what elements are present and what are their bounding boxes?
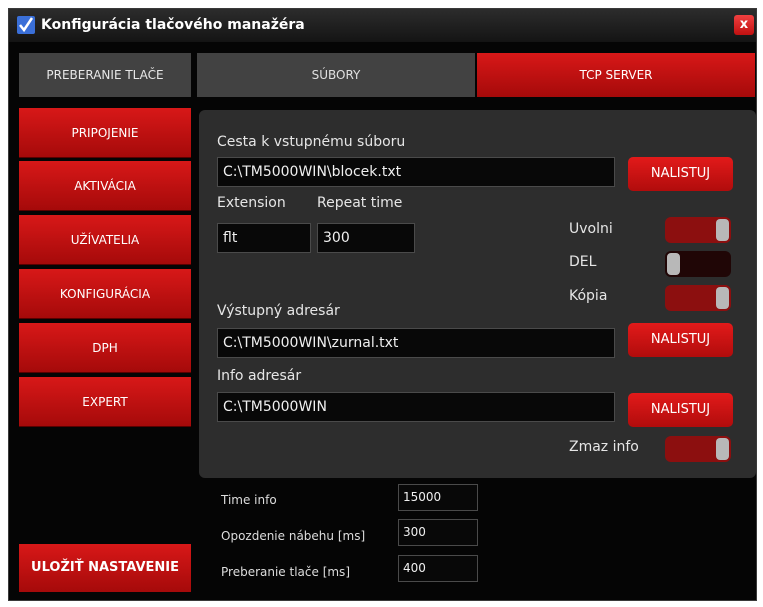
toggle-knob	[716, 438, 729, 460]
delay-field[interactable]: 300	[398, 519, 478, 546]
sidebar-item-aktivacia[interactable]: AKTIVÁCIA	[19, 161, 191, 211]
pickup-label: Preberanie tlače [ms]	[221, 565, 350, 579]
settings-panel: Cesta k vstupnému súboru C:\TM5000WIN\bl…	[199, 110, 756, 478]
tab-subory[interactable]: SÚBORY	[197, 53, 475, 97]
browse-input-button[interactable]: NALISTUJ	[628, 157, 733, 191]
config-window: Konfigurácia tlačového manažéra x PREBER…	[8, 8, 757, 601]
repeat-time-label: Repeat time	[317, 195, 403, 211]
toggle-knob	[667, 253, 680, 275]
zmaz-info-label: Zmaz info	[569, 439, 639, 455]
input-path-label: Cesta k vstupnému súboru	[217, 134, 406, 150]
kopia-label: Kópia	[569, 288, 608, 304]
sidebar-item-konfiguracia[interactable]: KONFIGURÁCIA	[19, 269, 191, 319]
sidebar-item-preberanie-tlace[interactable]: PREBERANIE TLAČE	[19, 53, 191, 97]
zmaz-info-toggle[interactable]	[665, 436, 731, 462]
toggle-knob	[716, 219, 729, 241]
time-info-label: Time info	[221, 493, 277, 507]
checkmark-icon	[17, 16, 35, 34]
info-dir-label: Info adresár	[217, 368, 302, 384]
tab-tcp-server[interactable]: TCP SERVER	[477, 53, 755, 97]
browse-output-button[interactable]: NALISTUJ	[628, 323, 733, 357]
sidebar-item-expert[interactable]: EXPERT	[19, 377, 191, 427]
uvolni-label: Uvolni	[569, 221, 613, 237]
window-title: Konfigurácia tlačového manažéra	[41, 17, 305, 33]
del-toggle[interactable]	[665, 251, 731, 277]
input-path-field[interactable]: C:\TM5000WIN\blocek.txt	[217, 157, 615, 187]
extension-label: Extension	[217, 195, 286, 211]
output-dir-field[interactable]: C:\TM5000WIN\zurnal.txt	[217, 328, 615, 358]
pickup-field[interactable]: 400	[398, 555, 478, 582]
output-dir-label: Výstupný adresár	[217, 303, 340, 319]
title-bar: Konfigurácia tlačového manažéra x	[9, 9, 756, 42]
save-settings-button[interactable]: ULOŽIŤ NASTAVENIE	[19, 544, 191, 592]
info-dir-field[interactable]: C:\TM5000WIN	[217, 392, 615, 422]
time-info-field[interactable]: 15000	[398, 484, 478, 511]
toggle-knob	[716, 287, 729, 309]
sidebar-item-uzivatelia[interactable]: UŽÍVATELIA	[19, 215, 191, 265]
sidebar-item-dph[interactable]: DPH	[19, 323, 191, 373]
repeat-time-field[interactable]: 300	[317, 223, 415, 253]
extension-field[interactable]: flt	[217, 223, 311, 253]
sidebar-item-pripojenie[interactable]: PRIPOJENIE	[19, 108, 191, 158]
delay-label: Opozdenie nábehu [ms]	[221, 529, 366, 543]
browse-info-button[interactable]: NALISTUJ	[628, 393, 733, 427]
close-button[interactable]: x	[734, 15, 754, 35]
del-label: DEL	[569, 254, 597, 270]
kopia-toggle[interactable]	[665, 285, 731, 311]
uvolni-toggle[interactable]	[665, 217, 731, 243]
